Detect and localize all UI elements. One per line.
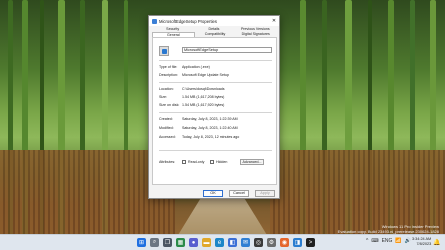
readonly-label: Read-only (188, 160, 205, 164)
system-tray: ^ ⌨ ENG 📶 🔊 (366, 238, 411, 244)
keyboard-icon[interactable]: ⌨ (371, 238, 378, 244)
hidden-label: Hidden (216, 160, 228, 164)
firefox-icon[interactable]: ◉ (280, 238, 289, 247)
type-value: Application (.exe) (182, 65, 210, 69)
created-label: Created: (159, 117, 173, 121)
divider (159, 82, 272, 83)
wifi-icon[interactable]: 📶 (395, 238, 401, 244)
evaluation-watermark: Windows 11 Pro Insider Preview Evaluatio… (338, 224, 439, 234)
start-icon[interactable]: ⊞ (137, 238, 146, 247)
type-label: Type of file: (159, 65, 178, 69)
overflow-chevron-icon[interactable]: ^ (366, 238, 368, 244)
mail-icon[interactable]: ✉ (241, 238, 250, 247)
tab-strip: Security Details Previous Versions Gener… (149, 26, 279, 37)
terminal-icon[interactable]: > (306, 238, 315, 247)
modified-label: Modified: (159, 126, 174, 130)
size-on-disk-label: Size on disk: (159, 103, 180, 107)
store-2-icon[interactable]: ◨ (293, 238, 302, 247)
application-icon (159, 46, 169, 56)
apply-button[interactable]: Apply (255, 190, 275, 197)
app-icon (152, 18, 157, 24)
attributes-label: Attributes: (159, 160, 176, 164)
divider (159, 60, 272, 61)
widgets-icon[interactable]: ▦ (176, 238, 185, 247)
size-value: 1.54 MB (1,617,208 bytes) (182, 95, 225, 99)
settings-icon[interactable]: ⚙ (267, 238, 276, 247)
created-value: Saturday, July 8, 2023, 1:22:39 AM (182, 117, 238, 121)
checkbox-box[interactable] (210, 160, 214, 164)
modified-value: Saturday, July 8, 2023, 1:22:40 AM (182, 126, 238, 130)
volume-icon[interactable]: 🔊 (405, 238, 411, 244)
hidden-checkbox[interactable]: Hidden (210, 160, 227, 164)
divider (159, 150, 272, 151)
description-label: Description: (159, 73, 178, 77)
description-value: Microsoft Edge Update Setup (182, 73, 229, 77)
general-panel: MicrosoftEdgeSetup Type of file: Applica… (152, 37, 277, 185)
close-icon: ✕ (271, 18, 277, 24)
divider (159, 112, 272, 113)
language-indicator[interactable]: ENG (382, 238, 393, 244)
location-label: Location: (159, 87, 174, 91)
chat-icon[interactable]: ● (189, 238, 198, 247)
size-on-disk-value: 1.54 MB (1,617,920 bytes) (182, 103, 225, 107)
file-explorer-icon[interactable]: ▬ (202, 238, 211, 247)
title-bar[interactable]: MicrosoftEdgeSetup Properties ✕ (149, 16, 279, 26)
search-icon[interactable]: ⌕ (150, 238, 159, 247)
store-icon[interactable]: ◧ (228, 238, 237, 247)
edge-icon[interactable]: e (215, 238, 224, 247)
file-name-field[interactable]: MicrosoftEdgeSetup (182, 47, 272, 53)
properties-dialog: MicrosoftEdgeSetup Properties ✕ Security… (148, 15, 280, 199)
taskbar: ⊞ ⌕ ❐ ▦ ● ▬ e ◧ ✉ ◎ ⚙ ◉ ◨ > ^ ⌨ ENG 📶 🔊 3:34:24 AM 7/8/20… (0, 234, 445, 250)
advanced-button[interactable]: Advanced... (240, 159, 264, 165)
location-value: C:\Users\dosqt\Downloads (182, 87, 225, 91)
ok-button[interactable]: OK (203, 190, 223, 197)
accessed-label: Accessed: (159, 135, 176, 139)
accessed-value: Today, July 8, 2023, 12 minutes ago (182, 135, 240, 139)
camera-icon[interactable]: ◎ (254, 238, 263, 247)
task-view-icon[interactable]: ❐ (163, 238, 172, 247)
close-button[interactable]: ✕ (269, 16, 279, 26)
checkbox-box[interactable] (182, 160, 186, 164)
clock[interactable]: 3:34:24 AM 7/8/2023 (412, 237, 431, 247)
notification-bell-icon[interactable]: 🔔 (433, 239, 440, 246)
cancel-button[interactable]: Cancel (229, 190, 249, 197)
readonly-checkbox[interactable]: Read-only (182, 160, 204, 164)
taskbar-app-icons: ⊞ ⌕ ❐ ▦ ● ▬ e ◧ ✉ ◎ ⚙ ◉ ◨ > (137, 238, 315, 247)
clock-date: 7/8/2023 (416, 242, 432, 246)
size-label: Size: (159, 95, 167, 99)
window-title: MicrosoftEdgeSetup Properties (159, 18, 217, 24)
